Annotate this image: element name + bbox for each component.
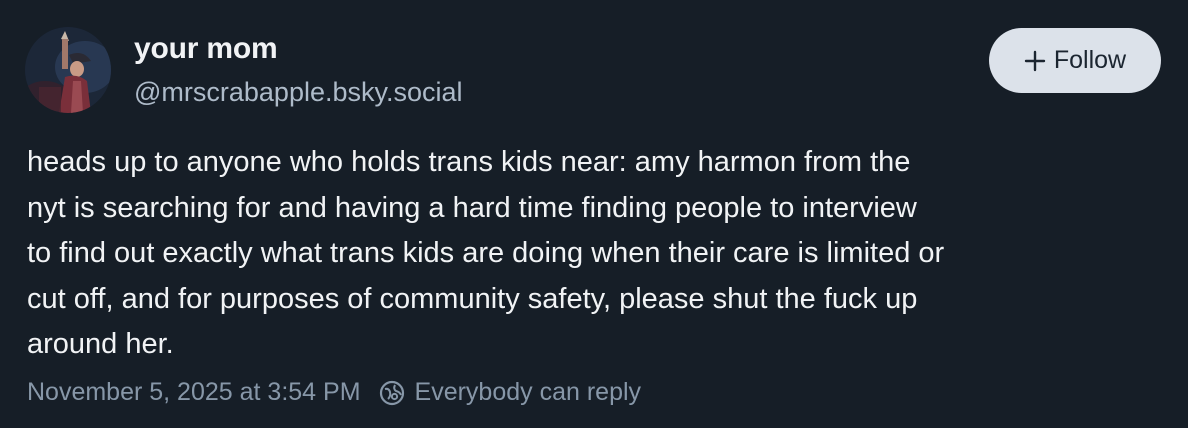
post-text: heads up to anyone who holds trans kids … <box>27 146 945 360</box>
plus-icon <box>1024 50 1046 72</box>
author-handle[interactable]: @mrscrabapple.bsky.social <box>134 77 463 108</box>
follow-button-label: Follow <box>1053 46 1127 74</box>
author-display-name[interactable]: your mom <box>134 32 278 66</box>
globe-icon <box>379 380 405 406</box>
post-meta: November 5, 2025 at 3:54 PM Everybody ca… <box>27 378 641 407</box>
avatar-photo <box>25 27 111 113</box>
follow-button[interactable]: Follow <box>989 28 1161 93</box>
reply-setting[interactable]: Everybody can reply <box>415 378 642 407</box>
avatar[interactable] <box>25 27 111 113</box>
post-timestamp[interactable]: November 5, 2025 at 3:54 PM <box>27 378 361 407</box>
post-card: your mom @mrscrabapple.bsky.social Follo… <box>0 0 1188 428</box>
